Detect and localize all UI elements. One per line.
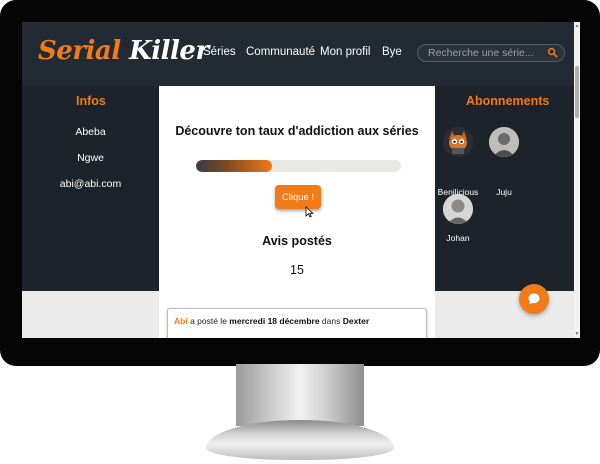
avatar-mascot-icon — [443, 127, 473, 157]
monitor-stand-base — [206, 420, 394, 460]
addiction-progress-bar — [196, 160, 401, 172]
review-card[interactable]: Abi a posté le mercredi 18 décembre dans… — [167, 308, 427, 338]
subscriptions-title: Abonnements — [466, 94, 550, 108]
addiction-panel: Découvre ton taux d'addiction aux séries… — [159, 86, 435, 291]
search-box[interactable] — [417, 44, 565, 62]
reviews-count: 15 — [290, 263, 304, 277]
page-scrollbar[interactable]: ▲ ▼ — [574, 22, 580, 338]
nav-series[interactable]: Séries — [203, 46, 236, 58]
review-date: mercredi 18 décembre — [229, 316, 320, 326]
logo-text-killer: Killer — [129, 36, 209, 66]
review-meta: Abi a posté le mercredi 18 décembre dans… — [174, 316, 369, 326]
scroll-down-arrow-icon[interactable]: ▼ — [574, 331, 580, 337]
scrollbar-thumb[interactable] — [575, 66, 579, 118]
reviews-heading: Avis postés — [262, 234, 332, 248]
avatar-person-icon — [489, 127, 519, 157]
search-icon[interactable] — [547, 47, 558, 58]
mouse-cursor-icon — [305, 206, 314, 218]
user-last-name: Ngwe — [77, 152, 104, 164]
scroll-up-arrow-icon[interactable]: ▲ — [574, 23, 580, 29]
logo-text-serial: Serial — [38, 36, 130, 66]
nav-logout[interactable]: Bye — [382, 46, 402, 58]
review-text-posted: a posté le — [187, 316, 230, 326]
search-input[interactable] — [428, 46, 538, 60]
browser-viewport: Serial Killer Séries Communauté Mon prof… — [22, 22, 580, 338]
subscription-name-2[interactable]: Juju — [479, 187, 529, 197]
avatar-juju[interactable] — [489, 127, 519, 157]
chat-button[interactable] — [519, 284, 549, 314]
subscriptions-panel: Abonnements Benilicious Juju Johan — [435, 86, 574, 291]
user-first-name: Abeba — [75, 126, 106, 138]
site-header: Serial Killer Séries Communauté Mon prof… — [22, 22, 574, 86]
monitor-stand-neck — [236, 364, 364, 426]
nav-profile[interactable]: Mon profil — [320, 46, 371, 58]
chat-bubble-icon — [528, 293, 540, 305]
click-button[interactable]: Clique ! — [275, 185, 321, 209]
avatar-benilicious[interactable] — [443, 127, 473, 157]
review-author[interactable]: Abi — [174, 316, 188, 326]
addiction-heading: Découvre ton taux d'addiction aux séries — [175, 124, 419, 138]
user-email: abi@abi.com — [59, 178, 122, 190]
posts-area: Abi a posté le mercredi 18 décembre dans… — [159, 291, 435, 338]
infos-title: Infos — [76, 94, 106, 108]
review-series[interactable]: Dexter — [343, 316, 369, 326]
avatar-johan[interactable] — [443, 194, 473, 224]
nav-community[interactable]: Communauté — [246, 46, 315, 58]
site-logo[interactable]: Serial Killer — [38, 36, 209, 66]
infos-panel: Infos Abeba Ngwe abi@abi.com — [22, 86, 159, 291]
monitor-frame: Serial Killer Séries Communauté Mon prof… — [0, 0, 600, 366]
review-text-in: dans — [319, 316, 343, 326]
subscription-name-3[interactable]: Johan — [433, 233, 483, 243]
avatar-person-icon — [443, 194, 473, 224]
addiction-progress-fill — [196, 160, 272, 172]
